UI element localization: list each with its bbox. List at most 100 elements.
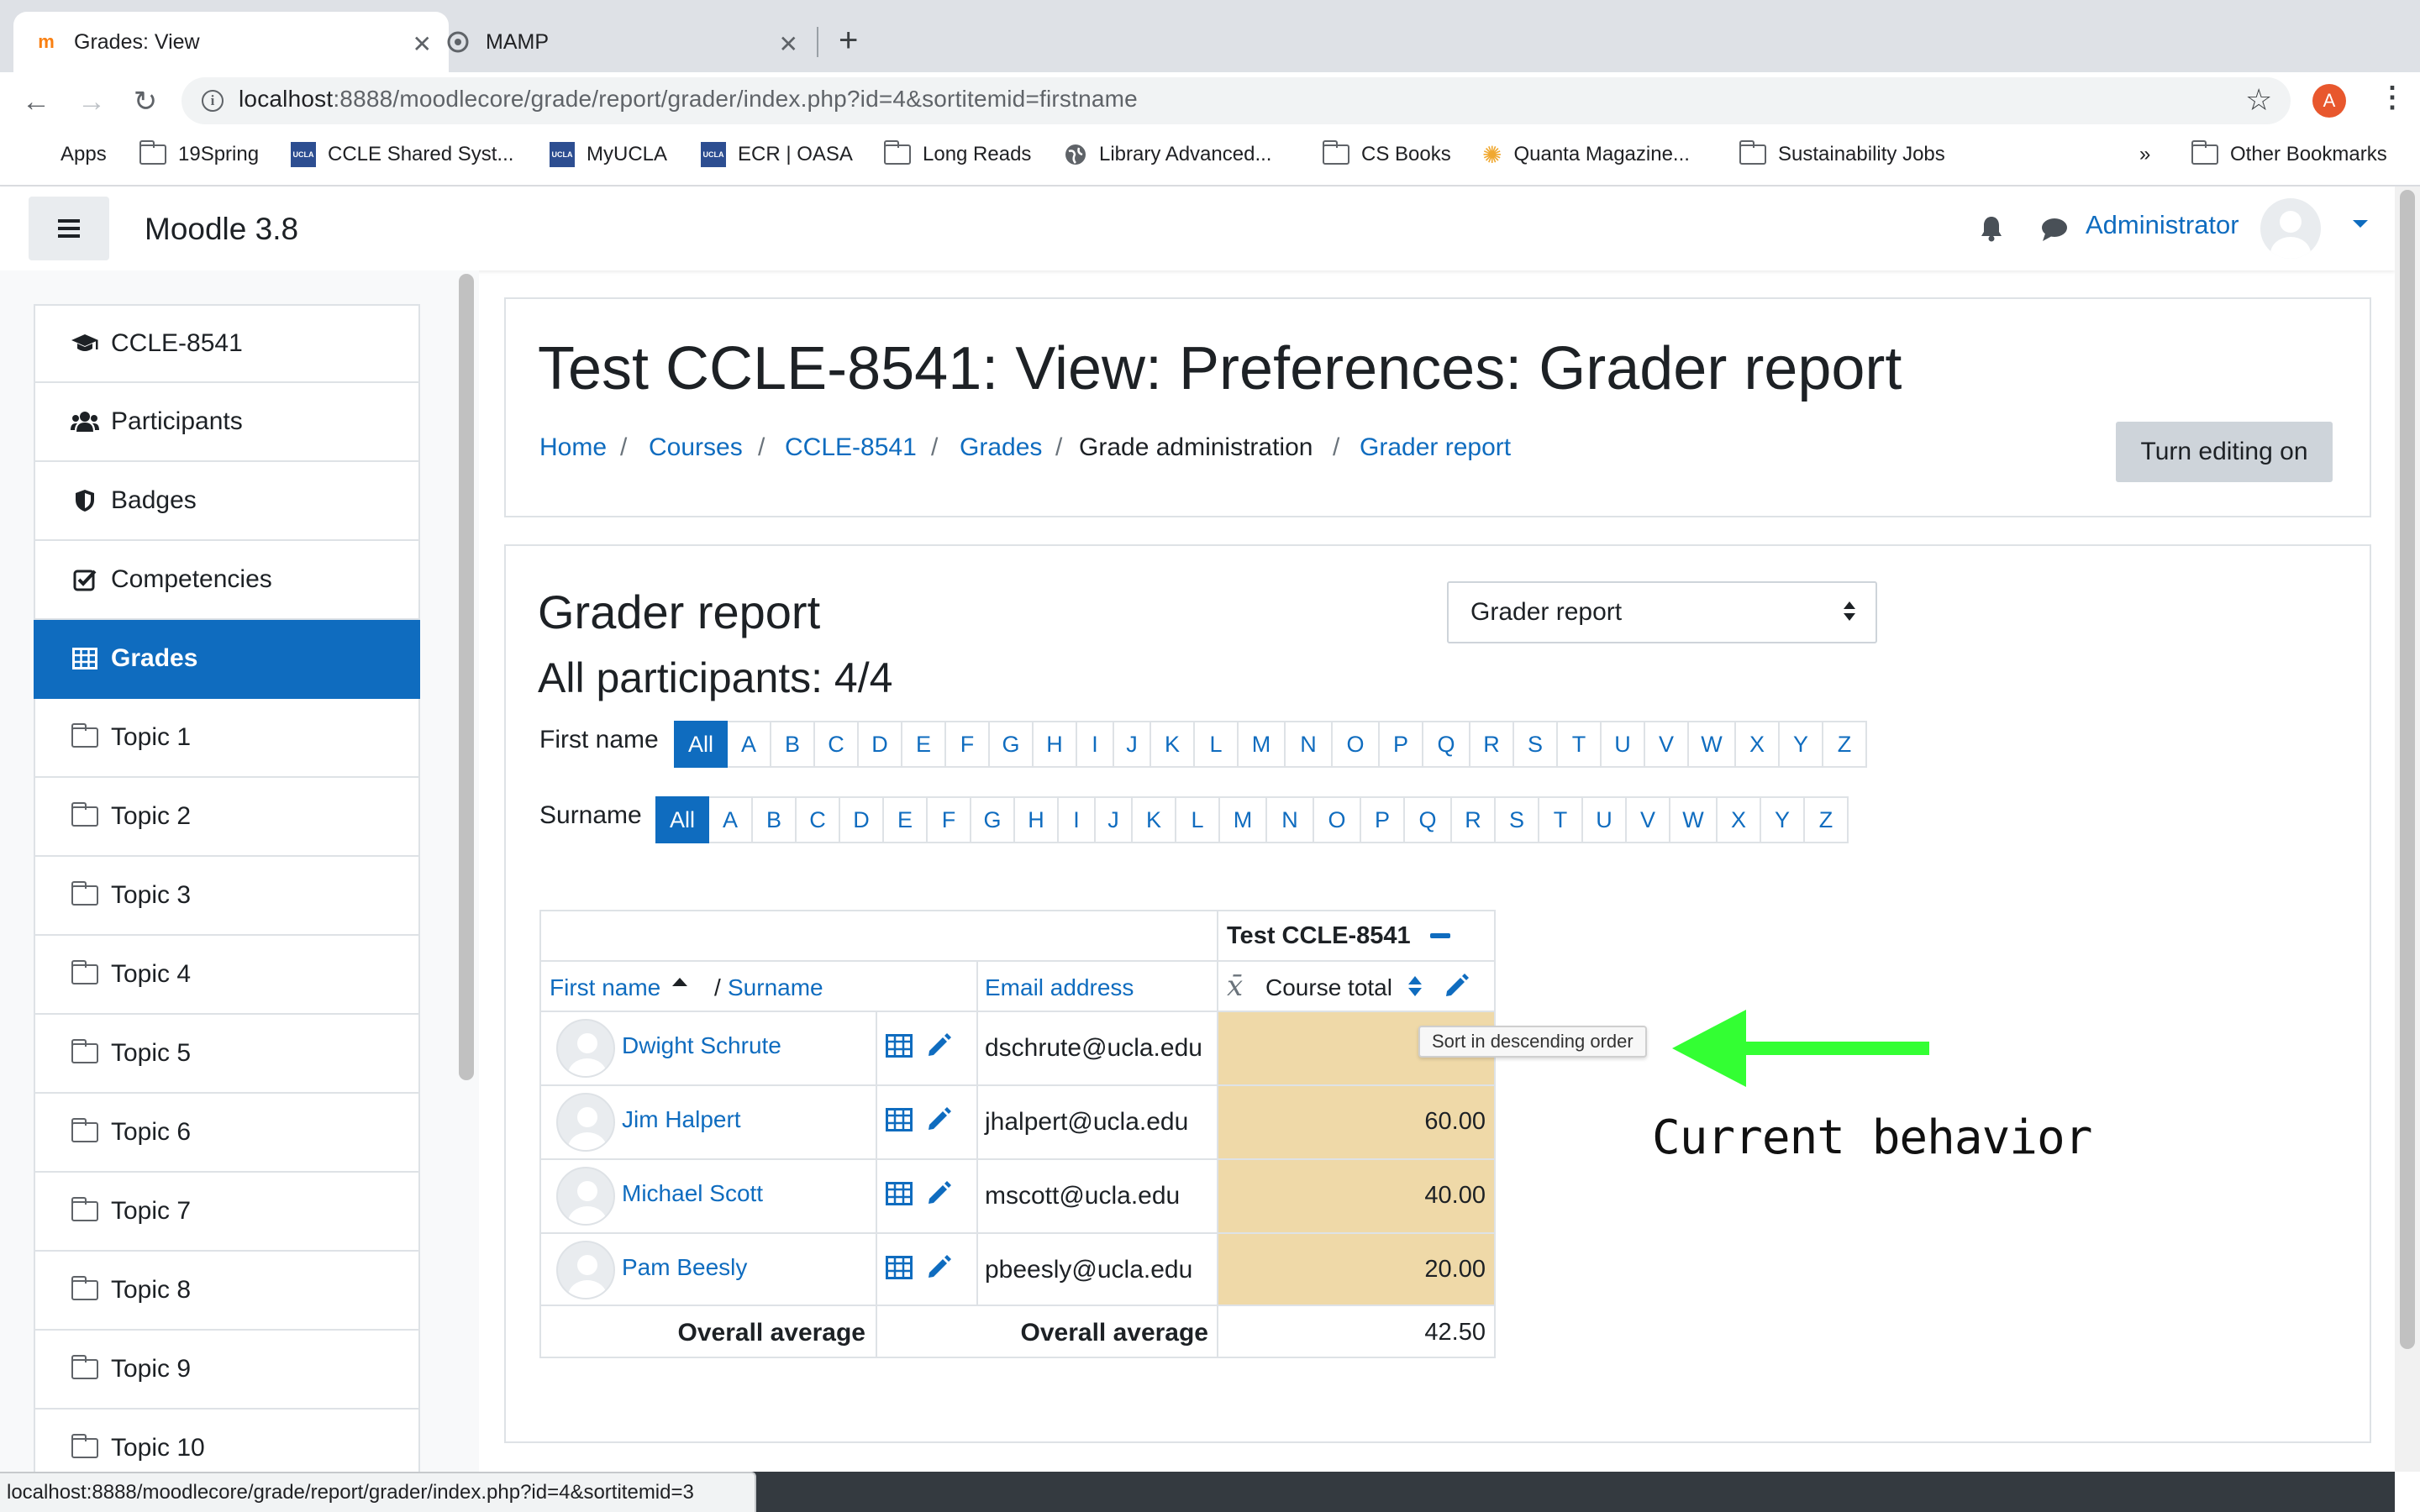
grades-table-icon[interactable] [886, 1034, 913, 1062]
sidebar-item-topic-9[interactable]: Topic 9 [34, 1331, 420, 1410]
breadcrumb-home[interactable]: Home [539, 433, 607, 462]
surname-initial-l[interactable]: L [1176, 796, 1220, 843]
firstname-initial-g[interactable]: G [990, 721, 1034, 768]
turn-editing-on-button[interactable]: Turn editing on [2116, 422, 2333, 482]
student-name-link[interactable]: Michael Scott [622, 1180, 763, 1207]
bookmark-sustainability[interactable]: Sustainability Jobs [1739, 140, 1945, 168]
bookmark-cs-books[interactable]: CS Books [1322, 140, 1451, 168]
bookmark-other[interactable]: Other Bookmarks [2191, 140, 2387, 168]
sidebar-item-competencies[interactable]: Competencies [34, 541, 420, 620]
firstname-initial-i[interactable]: I [1077, 721, 1114, 768]
tab-mamp[interactable]: MAMP ✕ [425, 12, 815, 72]
grades-table-icon[interactable] [886, 1182, 913, 1210]
drawer-toggle-button[interactable] [29, 197, 109, 260]
collapse-minus-icon[interactable] [1430, 933, 1450, 938]
back-arrow-icon[interactable]: ← [17, 82, 55, 121]
firstname-initial-x[interactable]: X [1736, 721, 1780, 768]
student-name-link[interactable]: Dwight Schrute [622, 1032, 781, 1059]
breadcrumb-course[interactable]: CCLE-8541 [785, 433, 917, 462]
pencil-icon[interactable] [1444, 973, 1469, 1002]
drawer-scrollbar-thumb[interactable] [459, 274, 474, 1080]
surname-initial-a[interactable]: A [709, 796, 753, 843]
chevron-down-icon[interactable] [2353, 220, 2368, 228]
firstname-initial-q[interactable]: Q [1423, 721, 1470, 768]
grades-table-icon[interactable] [886, 1108, 913, 1136]
firstname-initial-c[interactable]: C [815, 721, 859, 768]
bookmark-library-advanced[interactable]: Library Advanced... [1064, 141, 1271, 168]
chat-icon[interactable] [2040, 217, 2069, 242]
bookmark-ecr-oasa[interactable]: UCLA ECR | OASA [701, 141, 853, 168]
firstname-initial-t[interactable]: T [1558, 721, 1602, 768]
pencil-icon[interactable] [926, 1106, 951, 1136]
firstname-initial-l[interactable]: L [1195, 721, 1239, 768]
report-type-select[interactable]: Grader report [1447, 581, 1877, 643]
surname-initial-k[interactable]: K [1133, 796, 1176, 843]
firstname-initial-u[interactable]: U [1602, 721, 1645, 768]
forward-arrow-icon[interactable]: → [72, 82, 111, 121]
sort-toggle-icon[interactable] [1408, 976, 1423, 998]
sort-surname-link[interactable]: Surname [728, 974, 823, 1001]
bookmark-19spring[interactable]: 19Spring [139, 140, 259, 168]
firstname-initial-all[interactable]: All [674, 721, 728, 768]
surname-initial-r[interactable]: R [1452, 796, 1496, 843]
surname-initial-c[interactable]: C [797, 796, 840, 843]
breadcrumb-courses[interactable]: Courses [649, 433, 743, 462]
reload-icon[interactable]: ↻ [126, 82, 165, 121]
sidebar-item-topic-7[interactable]: Topic 7 [34, 1173, 420, 1252]
surname-initial-m[interactable]: M [1220, 796, 1267, 843]
bookmark-ccle-shared[interactable]: UCLA CCLE Shared Syst... [291, 141, 513, 168]
sidebar-item-course[interactable]: CCLE-8541 [34, 304, 420, 383]
firstname-initial-s[interactable]: S [1514, 721, 1558, 768]
new-tab-plus-icon[interactable]: + [839, 22, 858, 60]
pencil-icon[interactable] [926, 1032, 951, 1062]
surname-initial-all[interactable]: All [655, 796, 709, 843]
surname-initial-q[interactable]: Q [1405, 796, 1452, 843]
surname-initial-p[interactable]: P [1361, 796, 1405, 843]
surname-initial-n[interactable]: N [1267, 796, 1314, 843]
surname-initial-z[interactable]: Z [1805, 796, 1849, 843]
firstname-initial-j[interactable]: J [1114, 721, 1151, 768]
sort-email-link[interactable]: Email address [985, 974, 1134, 1001]
firstname-initial-v[interactable]: V [1645, 721, 1689, 768]
sidebar-item-topic-5[interactable]: Topic 5 [34, 1015, 420, 1094]
firstname-initial-y[interactable]: Y [1780, 721, 1823, 768]
sidebar-item-topic-2[interactable]: Topic 2 [34, 778, 420, 857]
sidebar-item-badges[interactable]: Badges [34, 462, 420, 541]
firstname-initial-n[interactable]: N [1286, 721, 1333, 768]
page-scrollbar-thumb[interactable] [2400, 190, 2415, 1349]
student-name-link[interactable]: Pam Beesly [622, 1254, 747, 1281]
firstname-initial-h[interactable]: H [1034, 721, 1077, 768]
student-name-link[interactable]: Jim Halpert [622, 1106, 741, 1133]
surname-initial-j[interactable]: J [1096, 796, 1133, 843]
sidebar-item-topic-8[interactable]: Topic 8 [34, 1252, 420, 1331]
surname-initial-y[interactable]: Y [1761, 796, 1805, 843]
sidebar-item-participants[interactable]: Participants [34, 383, 420, 462]
firstname-initial-a[interactable]: A [728, 721, 771, 768]
firstname-initial-o[interactable]: O [1333, 721, 1380, 768]
tab-grades-view[interactable]: m Grades: View ✕ [13, 12, 449, 72]
bookmarks-overflow-icon[interactable]: » [2139, 141, 2150, 168]
firstname-initial-m[interactable]: M [1239, 721, 1286, 768]
browser-menu-icon[interactable]: ⋮ [2378, 81, 2407, 114]
firstname-initial-r[interactable]: R [1470, 721, 1514, 768]
site-info-icon[interactable]: i [202, 90, 224, 112]
sort-firstname-link[interactable]: First name [550, 974, 660, 1001]
firstname-initial-z[interactable]: Z [1823, 721, 1867, 768]
pencil-icon[interactable] [926, 1254, 951, 1284]
pencil-icon[interactable] [926, 1180, 951, 1210]
bookmark-apps[interactable]: Apps [25, 141, 107, 168]
sidebar-item-topic-3[interactable]: Topic 3 [34, 857, 420, 936]
bookmark-long-reads[interactable]: Long Reads [883, 140, 1031, 168]
surname-initial-t[interactable]: T [1539, 796, 1583, 843]
sidebar-item-topic-6[interactable]: Topic 6 [34, 1094, 420, 1173]
surname-initial-w[interactable]: W [1670, 796, 1718, 843]
surname-initial-x[interactable]: X [1718, 796, 1761, 843]
avatar[interactable] [2260, 198, 2321, 259]
bookmark-quanta[interactable]: ✺ Quanta Magazine... [1482, 141, 1690, 168]
firstname-initial-d[interactable]: D [859, 721, 902, 768]
surname-initial-o[interactable]: O [1314, 796, 1361, 843]
breadcrumb-grader-report[interactable]: Grader report [1360, 433, 1511, 462]
firstname-initial-w[interactable]: W [1689, 721, 1736, 768]
avatar[interactable] [556, 1093, 615, 1152]
firstname-initial-f[interactable]: F [946, 721, 990, 768]
